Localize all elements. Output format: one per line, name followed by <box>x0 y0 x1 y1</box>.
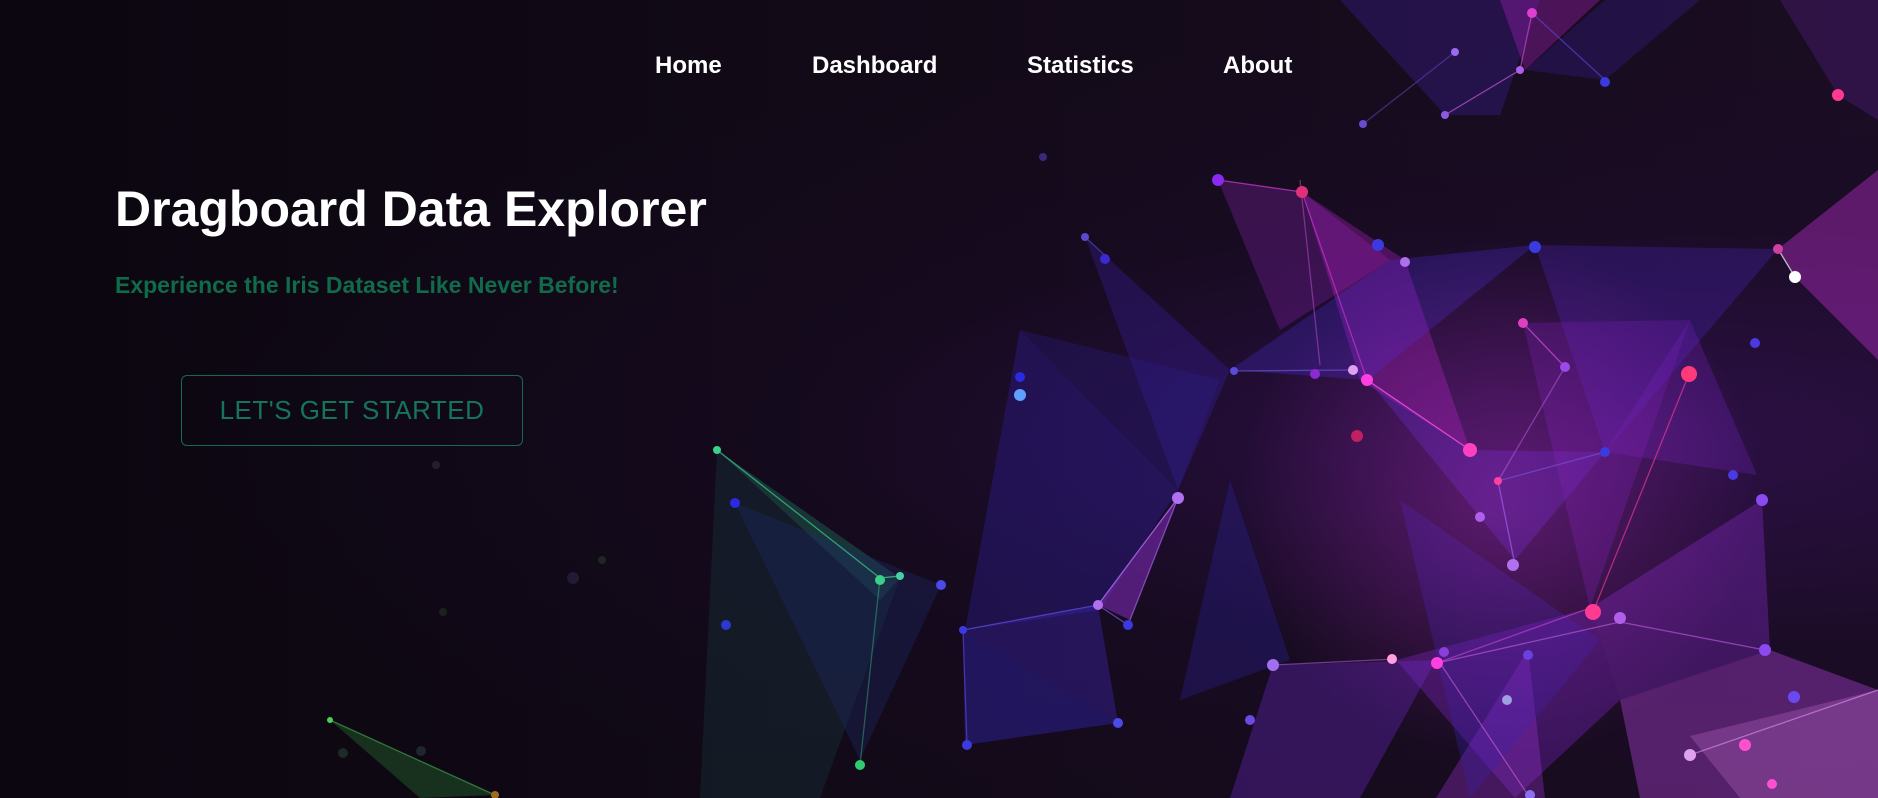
main-nav: Home Dashboard Statistics About <box>0 52 1878 86</box>
nav-link-dashboard[interactable]: Dashboard <box>812 52 937 80</box>
page-subtitle: Experience the Iris Dataset Like Never B… <box>115 272 619 298</box>
nav-link-statistics[interactable]: Statistics <box>1027 52 1134 80</box>
nav-link-about[interactable]: About <box>1223 52 1292 80</box>
get-started-button[interactable]: LET'S GET STARTED <box>181 375 523 446</box>
page-title: Dragboard Data Explorer <box>115 181 707 237</box>
network-glow <box>1240 240 1760 760</box>
nav-link-home[interactable]: Home <box>655 52 722 80</box>
